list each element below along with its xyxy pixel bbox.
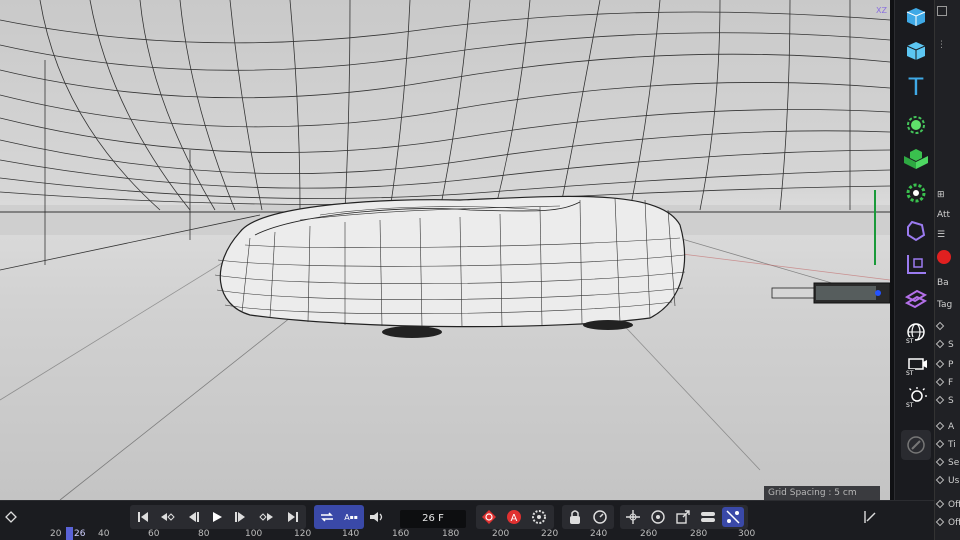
timeline-bar: A ▪▪ 26 F A 20 26 40 60 80 100 120 140 16… [0, 500, 934, 540]
next-key-icon[interactable] [256, 507, 278, 527]
lock-icon[interactable] [564, 507, 586, 527]
attr-basic-label[interactable]: Ba [937, 278, 949, 288]
environment-icon[interactable]: ST [901, 318, 931, 348]
field-icon[interactable] [901, 284, 931, 314]
keyframe-diamond-icon[interactable] [935, 439, 945, 449]
attr-row[interactable]: F [935, 377, 953, 388]
previous-key-icon[interactable] [156, 507, 178, 527]
move-icon[interactable] [622, 507, 644, 527]
null-target-icon[interactable] [901, 110, 931, 140]
ruler-tick-label: 26 [74, 529, 86, 539]
keyframe-diamond-icon[interactable] [935, 517, 945, 527]
deformer-icon[interactable] [901, 178, 931, 208]
attr-row[interactable]: Us [935, 475, 959, 486]
timer-icon[interactable] [589, 507, 611, 527]
ruler-tick-label: 260 [640, 529, 658, 539]
record-dot-icon[interactable] [937, 250, 951, 267]
ruler-tick-label: 280 [690, 529, 708, 539]
cube-icon[interactable] [901, 2, 931, 32]
keyframe-settings-icon[interactable] [528, 507, 550, 527]
keyframe-diamond-icon[interactable] [935, 339, 945, 349]
sculpt-icon[interactable] [901, 216, 931, 246]
grid-spacing-label: Grid Spacing : 5 cm [764, 486, 880, 500]
keyframe-diamond-icon[interactable] [935, 499, 945, 509]
play-icon[interactable] [206, 507, 228, 527]
camera-icon[interactable]: ST [901, 350, 931, 380]
current-frame-field[interactable]: 26 F [400, 510, 466, 528]
attr-tab-label[interactable]: Att [937, 210, 950, 220]
3d-viewport[interactable]: XZ Grid Spacing : 5 cm [0, 0, 890, 500]
keyframe-diamond-icon[interactable] [935, 421, 945, 431]
ruler-tick-label: 160 [392, 529, 410, 539]
menu-icon[interactable]: ☰ [937, 230, 945, 240]
attr-row[interactable] [935, 321, 948, 332]
keyframe-diamond-icon[interactable] [0, 507, 22, 527]
scale-icon[interactable] [672, 507, 694, 527]
loop-icon[interactable] [316, 507, 338, 527]
ruler-tick-label: 40 [98, 529, 110, 539]
panel-expand-icon[interactable]: ⊞ [937, 190, 945, 200]
audio-sync-icon[interactable]: A ▪▪ [340, 507, 362, 527]
attr-row[interactable]: Off [935, 517, 960, 528]
attr-row[interactable]: Off [935, 499, 960, 510]
svg-text:ST: ST [906, 370, 914, 377]
object-toolbar: T ST ST ST [894, 0, 934, 500]
record-icon[interactable] [478, 507, 500, 527]
autokey-icon[interactable]: A [503, 507, 525, 527]
go-to-start-icon[interactable] [132, 507, 154, 527]
attributes-panel: ⋮ ⊞ Att ☰ Ba Tag S P F S A Ti Se Us Off … [934, 0, 960, 540]
wireframe-cushion[interactable] [214, 195, 686, 338]
go-to-end-icon[interactable] [282, 507, 304, 527]
next-frame-icon[interactable] [230, 507, 252, 527]
panel-marker: ⋮ [937, 40, 946, 50]
ruler-tick-label: 140 [342, 529, 360, 539]
generator-icon[interactable] [901, 144, 931, 174]
ruler-tick-label: 300 [738, 529, 756, 539]
keyframe-diamond-icon[interactable] [935, 475, 945, 485]
edit-icon[interactable] [901, 430, 931, 460]
ruler-tick-label: 100 [245, 529, 263, 539]
attr-row[interactable]: Se [935, 457, 959, 468]
panel-square-icon[interactable] [937, 6, 947, 19]
axis-icon[interactable] [901, 250, 931, 280]
ruler-tick-label: 60 [148, 529, 160, 539]
keyframe-diamond-icon[interactable] [935, 457, 945, 467]
keyframe-diamond-icon[interactable] [935, 395, 945, 405]
ruler-tick-label: 180 [442, 529, 460, 539]
cube-icon[interactable] [901, 36, 931, 66]
attr-row[interactable]: A [935, 421, 954, 432]
parameter-icon[interactable] [697, 507, 719, 527]
attr-row[interactable]: S [935, 339, 954, 350]
playhead[interactable] [66, 527, 73, 540]
viewport-scene [0, 0, 890, 500]
ruler-tick-label: 220 [541, 529, 559, 539]
attr-row[interactable]: S [935, 395, 954, 406]
attr-row[interactable]: P [935, 359, 953, 370]
svg-text:A: A [511, 513, 518, 524]
rotate-icon[interactable] [647, 507, 669, 527]
ruler-tick-label: 120 [294, 529, 312, 539]
keyframe-diamond-icon[interactable] [935, 377, 945, 387]
ruler-tick-label: 20 [50, 529, 62, 539]
light-object[interactable] [771, 282, 890, 304]
sound-icon[interactable] [366, 507, 388, 527]
keyframe-diamond-icon[interactable] [935, 359, 945, 369]
fcurve-icon[interactable] [860, 507, 882, 527]
attr-tag-label: Tag [937, 300, 953, 310]
svg-text:ST: ST [906, 338, 914, 345]
text-spline-icon[interactable]: T [901, 72, 931, 102]
ruler-tick-label: 240 [590, 529, 608, 539]
point-level-animation-icon[interactable] [722, 507, 744, 527]
light-icon[interactable]: ST [901, 382, 931, 412]
ruler-tick-label: 80 [198, 529, 210, 539]
attr-row[interactable]: Ti [935, 439, 956, 450]
ruler-tick-label: 200 [492, 529, 510, 539]
axis-gizmo: XZ [876, 6, 887, 15]
svg-text:ST: ST [906, 402, 914, 409]
keyframe-diamond-icon[interactable] [935, 321, 945, 331]
previous-frame-icon[interactable] [182, 507, 204, 527]
